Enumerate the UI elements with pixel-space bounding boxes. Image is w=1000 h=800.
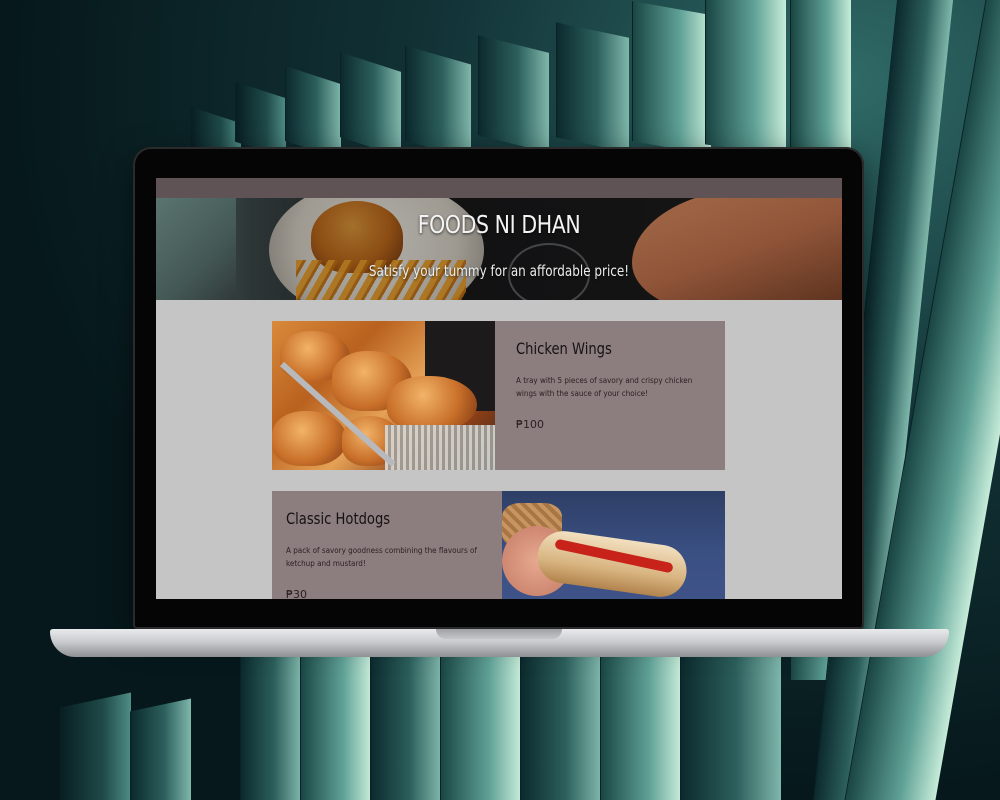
hotdog-photo [502, 491, 725, 599]
laptop-base [50, 629, 949, 657]
site-tagline: Satisfy your tummy for an affordable pri… [368, 262, 630, 280]
laptop-notch [436, 629, 562, 639]
website-screen: FOODS NI DHAN Satisfy your tummy for an … [156, 178, 842, 599]
menu-card-chicken-wings[interactable]: Chicken Wings A tray with 5 pieces of sa… [272, 321, 725, 470]
menu-item-description: A pack of savory goodness combining the … [286, 546, 477, 568]
top-nav-bar [156, 178, 842, 198]
menu-item-description: A tray with 5 pieces of savory and crisp… [516, 376, 693, 398]
site-title: FOODS NI DHAN [417, 210, 581, 239]
menu-item-name: Chicken Wings [516, 339, 612, 358]
menu-item-name: Classic Hotdogs [286, 509, 391, 528]
hero-banner: FOODS NI DHAN Satisfy your tummy for an … [156, 198, 842, 300]
menu-item-price: ₱100 [516, 418, 544, 431]
chicken-wings-photo [272, 321, 495, 470]
menu-item-price: ₱30 [286, 588, 307, 599]
menu-card-classic-hotdogs[interactable]: Classic Hotdogs A pack of savory goodnes… [272, 491, 725, 599]
